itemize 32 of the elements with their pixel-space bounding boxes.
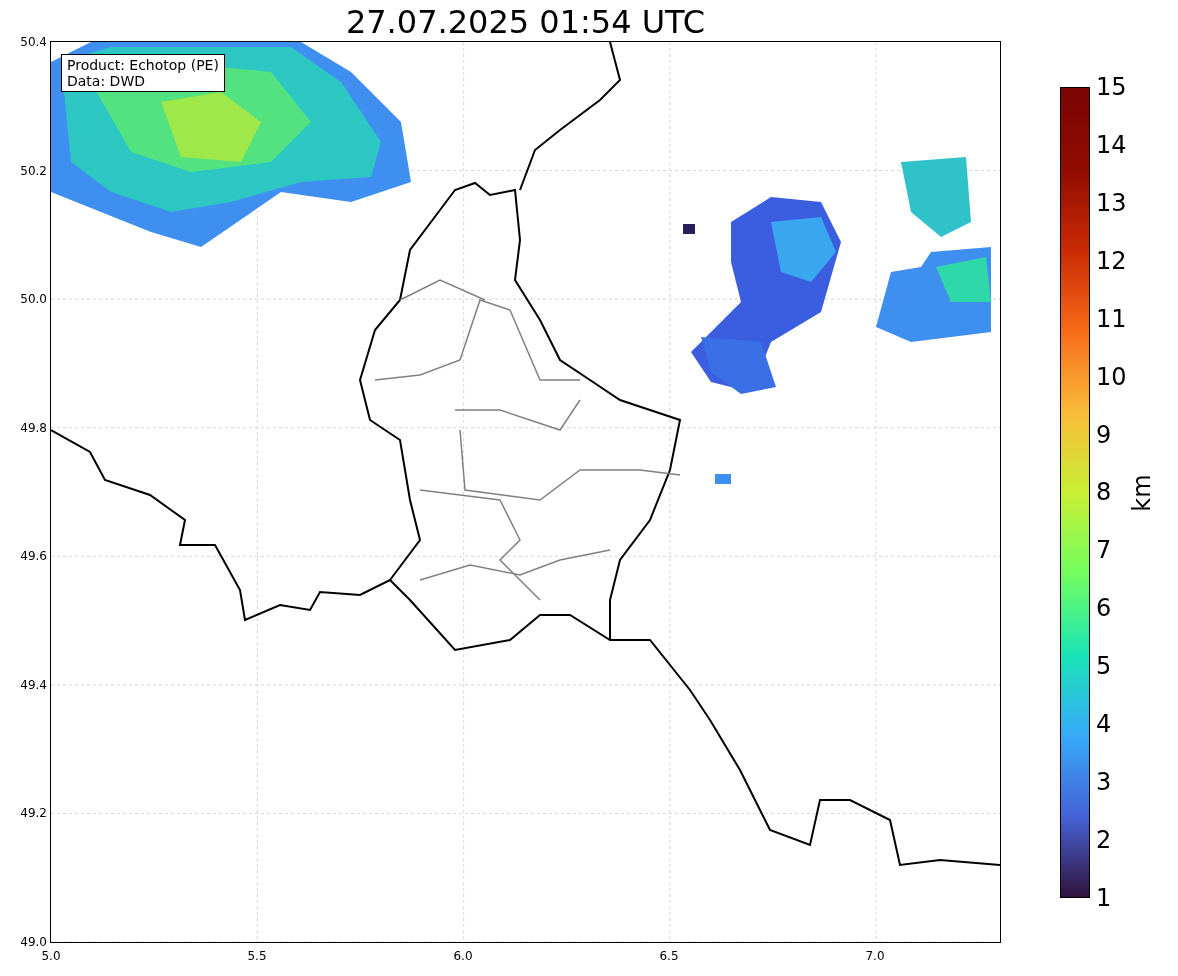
colorbar-tick-label: 6 (1096, 595, 1113, 622)
colorbar-tick-label: 10 (1096, 363, 1127, 390)
axis-tick-label: 7.0 (864, 949, 886, 963)
axis-tick-label: 50.2 (20, 163, 47, 178)
colorbar-tick-label: 8 (1096, 479, 1113, 506)
colorbar-tick-label: 13 (1096, 189, 1127, 216)
axis-tick-label: 49.2 (20, 806, 47, 821)
colorbar-tick-label: 2 (1096, 827, 1113, 853)
colorbar-tick-label: 12 (1096, 247, 1127, 274)
colorbar-tick-label: 5 (1096, 653, 1113, 680)
axis-tick-label: 49.6 (20, 549, 47, 564)
colorbar-tick-label: 14 (1096, 131, 1127, 158)
colorbar-label: km (1127, 473, 1156, 512)
axis-tick-label: 50.0 (20, 292, 47, 307)
colorbar-tick-label: 15 (1096, 74, 1127, 100)
colorbar-tick-label: 9 (1096, 421, 1113, 448)
axis-tick-label: 5.5 (246, 949, 268, 963)
axis-tick-label: 5.0 (40, 949, 62, 963)
chart-title: 27.07.2025 01:54 UTC (345, 2, 706, 42)
axis-tick-label: 6.0 (452, 949, 474, 963)
axis-tick-label: 6.5 (658, 949, 680, 963)
colorbar-tick-label: 3 (1096, 769, 1113, 796)
info-text: Data: DWD (67, 73, 146, 89)
axis-tick-label: 49.8 (20, 420, 47, 435)
colorbar-tick-label: 11 (1096, 305, 1127, 332)
info-text: Product: Echotop (PE) (67, 57, 219, 73)
colorbar-tick-label: 4 (1096, 711, 1113, 738)
axis-tick-label: 49.4 (20, 677, 47, 692)
colorbar-tick-label: 1 (1096, 884, 1113, 911)
axis-tick-label: 50.4 (20, 35, 47, 49)
axis-tick-label: 49.0 (20, 934, 47, 949)
colorbar-tick-label: 7 (1096, 537, 1113, 564)
